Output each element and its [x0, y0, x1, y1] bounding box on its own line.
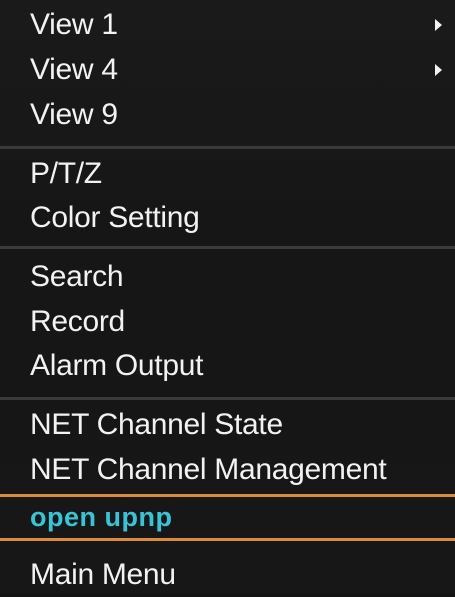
menu-item-alarm-output[interactable]: Alarm Output — [0, 344, 455, 388]
menu-item-label: P/T/Z — [30, 157, 102, 190]
menu-item-label: NET Channel State — [30, 408, 283, 441]
menu-item-net-channel-state[interactable]: NET Channel State — [0, 403, 455, 447]
menu-item-view-4[interactable]: View 4 — [0, 48, 455, 92]
menu-item-label: NET Channel Management — [30, 453, 387, 486]
menu-item-label: View 1 — [30, 8, 118, 41]
submenu-arrow-icon — [435, 64, 442, 76]
menu-item-label: Alarm Output — [30, 349, 204, 382]
menu-item-label: View 9 — [30, 98, 118, 131]
selection-bottom-border — [0, 538, 455, 541]
menu-divider — [0, 397, 455, 400]
menu-divider — [0, 246, 455, 249]
menu-item-label: View 4 — [30, 53, 118, 86]
menu-item-search[interactable]: Search — [0, 255, 455, 299]
context-menu: View 1 View 4 View 9 P/T/Z Color Setting… — [0, 0, 455, 593]
menu-divider — [0, 146, 455, 149]
menu-item-color-setting[interactable]: Color Setting — [0, 196, 455, 240]
menu-item-label: open upnp — [30, 502, 173, 532]
menu-item-view-9[interactable]: View 9 — [0, 93, 455, 137]
menu-item-label: Search — [30, 260, 124, 293]
menu-item-main-menu[interactable]: Main Menu — [0, 553, 455, 597]
menu-item-net-channel-management[interactable]: NET Channel Management — [0, 448, 455, 492]
submenu-arrow-icon — [435, 19, 442, 31]
menu-item-open-upnp[interactable]: open upnp — [0, 497, 455, 537]
menu-item-label: Color Setting — [30, 201, 200, 234]
menu-item-record[interactable]: Record — [0, 300, 455, 344]
menu-item-view-1[interactable]: View 1 — [0, 3, 455, 47]
menu-item-label: Record — [30, 305, 125, 338]
menu-item-ptz[interactable]: P/T/Z — [0, 152, 455, 196]
menu-item-label: Main Menu — [30, 558, 176, 591]
